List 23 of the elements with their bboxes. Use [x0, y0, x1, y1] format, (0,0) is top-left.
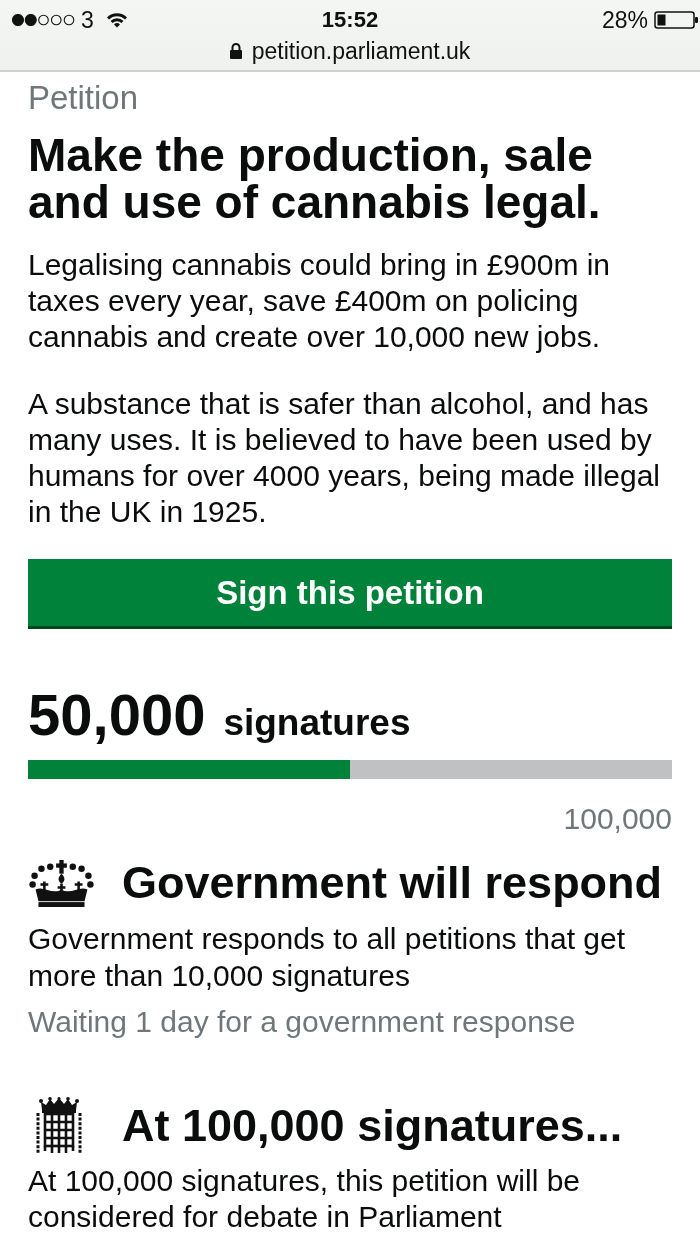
petition-title: Make the production, sale and use of cannabis legal. — [28, 132, 602, 226]
battery-percentage: 28% — [601, 6, 648, 34]
crown-icon — [28, 859, 95, 907]
wifi-icon — [105, 12, 128, 28]
threshold-description: At 100,000 signatures, this petition will be considered for debate in Parliament — [28, 1163, 581, 1235]
lock-icon — [229, 43, 242, 59]
carrier-name: 3 — [81, 6, 94, 34]
petition-label: Petition — [28, 79, 140, 117]
threshold-description: Government responds to all petitions that get more than 10,000 signatures — [28, 921, 626, 994]
threshold-heading: Government will respond — [122, 857, 663, 909]
sign-petition-button[interactable]: Sign this petition — [28, 559, 672, 629]
battery-icon — [654, 11, 698, 29]
description-paragraph: A substance that is safer than alcohol, and has many uses. It is believed to have been used by humans for over 4000 years, being made illegal in the UK in 1925. — [28, 386, 662, 530]
threshold-heading: At 100,000 signatures... — [122, 1100, 623, 1152]
signature-goal: 100,000 — [563, 801, 672, 837]
description-paragraph: Legalising cannabis could bring in £900m in taxes every year, save £400m on policing cannabis and create over 10,000 new jobs. — [28, 247, 612, 355]
signature-count: 50,000 — [28, 685, 206, 745]
signatures-label: signatures — [223, 702, 411, 744]
address-url[interactable]: petition.parliament.uk — [251, 37, 471, 65]
portcullis-icon — [35, 1097, 83, 1155]
signal-strength-icon — [12, 14, 75, 26]
status-time: 15:52 — [321, 7, 379, 33]
response-status: Waiting 1 day for a government response — [28, 1004, 577, 1040]
